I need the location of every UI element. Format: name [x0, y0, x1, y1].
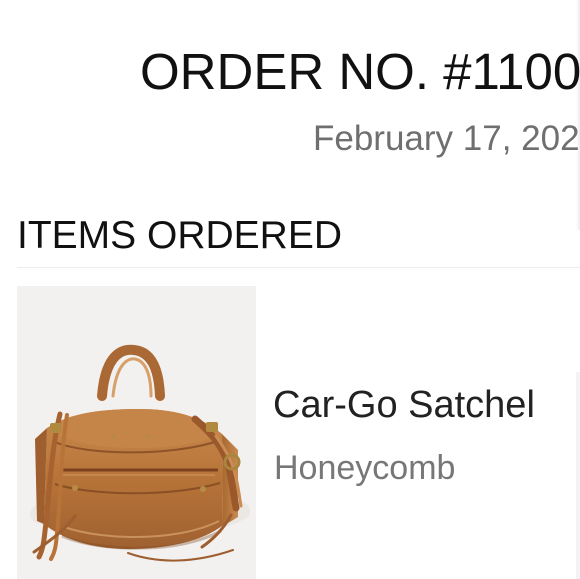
order-number: ORDER NO. #1100	[140, 43, 580, 100]
leather-satchel-image	[17, 286, 256, 579]
product-variant: Honeycomb	[274, 449, 456, 487]
section-divider	[17, 267, 580, 268]
order-date: February 17, 202	[313, 119, 580, 158]
right-edge-shadow	[576, 0, 580, 230]
ordered-item-row[interactable]: Car-Go Satchel Honeycomb	[17, 286, 580, 579]
product-image[interactable]	[17, 286, 256, 579]
items-ordered-title: ITEMS ORDERED	[17, 214, 343, 257]
right-edge-divider	[576, 372, 580, 579]
product-name[interactable]: Car-Go Satchel	[273, 386, 535, 424]
